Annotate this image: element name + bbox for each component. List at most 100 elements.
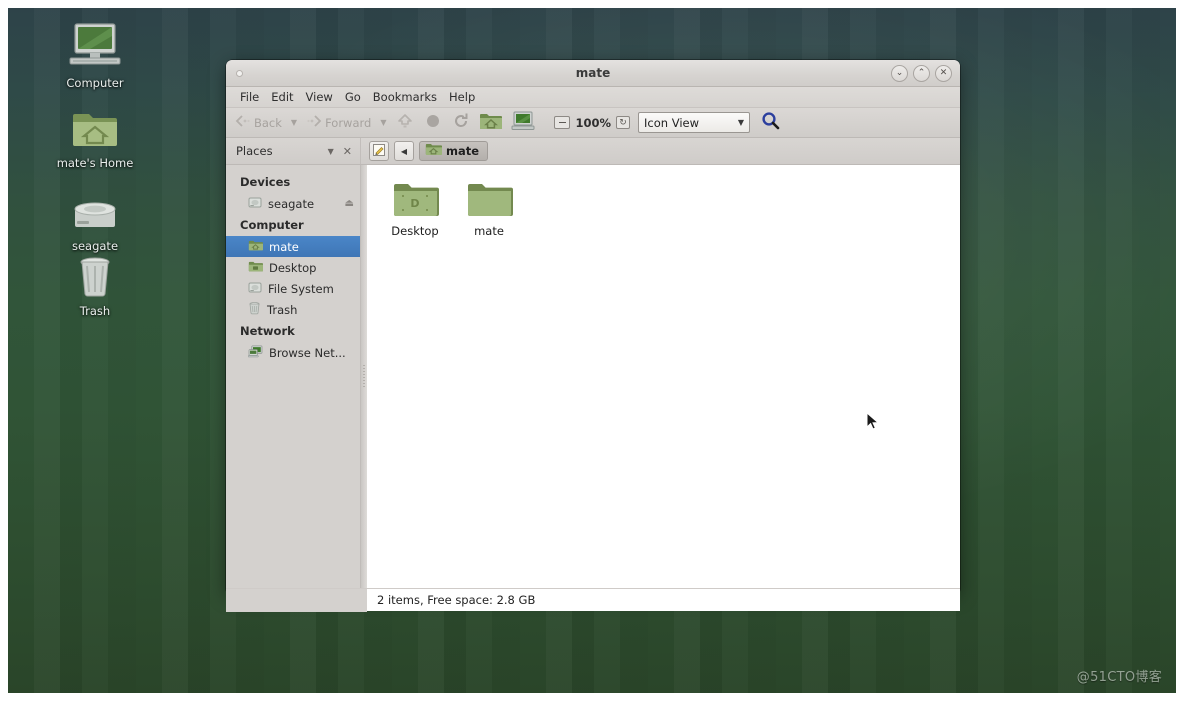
maximize-button[interactable]: ⌃ — [913, 65, 930, 82]
menu-file[interactable]: File — [234, 89, 265, 105]
file-manager-window[interactable]: mate ⌄ ⌃ ✕ File Edit View Go Bookmarks H… — [226, 60, 960, 592]
places-header: Places ▼ ✕ — [226, 138, 361, 164]
breadcrumb: ◀ mate — [361, 141, 488, 161]
desktop-icon-trash[interactable]: Trash — [36, 248, 154, 318]
menu-bookmarks[interactable]: Bookmarks — [367, 89, 443, 105]
sidebar-item-label: Browse Net... — [269, 346, 346, 360]
sidebar-item-trash[interactable]: Trash — [226, 299, 360, 320]
sidebar-item-seagate[interactable]: seagate ⏏ — [226, 193, 360, 214]
back-label: Back — [254, 116, 282, 130]
sidebar-item-file-system[interactable]: File System — [226, 278, 360, 299]
up-button[interactable] — [392, 111, 418, 135]
desktop-icon-label: Computer — [36, 76, 154, 90]
computer-icon — [36, 20, 154, 72]
chevron-down-icon: ▼ — [738, 118, 744, 127]
window-controls: ⌄ ⌃ ✕ — [891, 65, 952, 82]
zoom-out-button[interactable] — [554, 116, 570, 129]
view-mode-value: Icon View — [644, 116, 699, 130]
sidebar-group-network: Network — [226, 320, 360, 342]
watermark: @51CTO博客 — [1077, 666, 1162, 685]
breadcrumb-back-button[interactable]: ◀ — [394, 141, 414, 161]
breadcrumb-label: mate — [446, 144, 479, 158]
sidebar-item-label: Trash — [267, 303, 297, 317]
desktop-icon-label: Trash — [36, 304, 154, 318]
sidebar-item-label: mate — [269, 240, 299, 254]
home-icon — [479, 111, 503, 135]
file-item-label: mate — [453, 224, 525, 238]
mouse-cursor — [866, 412, 880, 436]
sidebar-item-label: File System — [268, 282, 334, 296]
zoom-reset-button[interactable]: ↻ — [616, 116, 630, 129]
desktop-icon-seagate[interactable]: seagate — [36, 183, 154, 253]
file-list-view[interactable]: D Desktop — [367, 165, 960, 588]
toolbar: Back ▼ Forward ▼ — [226, 108, 960, 138]
close-button[interactable]: ✕ — [935, 65, 952, 82]
status-text: 2 items, Free space: 2.8 GB — [377, 593, 535, 607]
menu-help[interactable]: Help — [443, 89, 481, 105]
back-button[interactable]: Back — [232, 112, 285, 133]
home-icon — [425, 142, 442, 160]
desktop-icon-home[interactable]: mate's Home — [36, 100, 154, 170]
back-history-caret-icon[interactable]: ▼ — [287, 118, 301, 127]
file-item-label: Desktop — [379, 224, 451, 238]
desktop-icon-label: mate's Home — [36, 156, 154, 170]
places-sidebar[interactable]: Devices seagate ⏏ Computer mate — [226, 165, 361, 588]
desktop-folder-icon — [248, 260, 263, 276]
zoom-out-icon — [559, 122, 566, 124]
zoom-controls: 100% ↻ — [554, 116, 630, 130]
chevron-down-icon[interactable]: ▼ — [328, 147, 334, 156]
sidebar-item-desktop[interactable]: Desktop — [226, 257, 360, 278]
stop-button[interactable] — [420, 111, 446, 135]
back-arrow-icon — [235, 114, 251, 131]
resize-grip-icon[interactable] — [944, 596, 957, 609]
menu-edit[interactable]: Edit — [265, 89, 299, 105]
breadcrumb-current[interactable]: mate — [419, 141, 488, 161]
search-button[interactable] — [758, 111, 782, 135]
file-item-desktop[interactable]: D Desktop — [379, 175, 451, 238]
drive-icon — [248, 196, 262, 212]
hard-drive-icon — [36, 183, 154, 235]
drive-icon — [248, 281, 262, 297]
edit-location-button[interactable] — [369, 141, 389, 161]
home-folder-icon — [248, 239, 263, 255]
menu-view[interactable]: View — [300, 89, 339, 105]
sidebar-item-browse-network[interactable]: Browse Net... — [226, 342, 360, 363]
crumb-back-icon: ◀ — [401, 147, 407, 156]
menu-bar: File Edit View Go Bookmarks Help — [226, 87, 960, 108]
location-bar: Places ▼ ✕ ◀ — [226, 138, 960, 165]
sidebar-item-label: seagate — [268, 197, 314, 211]
forward-button[interactable]: Forward — [303, 112, 374, 133]
window-title: mate — [226, 60, 960, 86]
forward-arrow-icon — [306, 114, 322, 131]
places-label: Places — [236, 144, 273, 158]
desktop[interactable]: Computer mate's Home seagate — [8, 8, 1176, 693]
computer-icon — [511, 111, 535, 135]
status-bar-filler — [226, 588, 367, 612]
close-icon[interactable]: ✕ — [343, 145, 352, 158]
reload-button[interactable] — [448, 111, 474, 135]
zoom-reset-icon: ↻ — [619, 118, 627, 128]
sidebar-item-mate[interactable]: mate — [226, 236, 360, 257]
trash-icon — [248, 301, 261, 318]
minimize-button[interactable]: ⌄ — [891, 65, 908, 82]
view-mode-select[interactable]: Icon View ▼ — [638, 112, 750, 133]
desktop-icon-computer[interactable]: Computer — [36, 20, 154, 90]
reload-icon — [452, 112, 470, 134]
file-item-mate[interactable]: mate — [453, 175, 525, 238]
sidebar-splitter[interactable] — [361, 165, 367, 588]
menu-go[interactable]: Go — [339, 89, 367, 105]
network-icon — [248, 345, 263, 361]
arrow-up-icon — [396, 112, 414, 134]
folder-icon — [453, 177, 525, 221]
zoom-level: 100% — [570, 116, 616, 130]
forward-label: Forward — [325, 116, 371, 130]
forward-history-caret-icon[interactable]: ▼ — [376, 118, 390, 127]
home-folder-icon — [36, 100, 154, 152]
sidebar-group-devices: Devices — [226, 171, 360, 193]
sidebar-item-label: Desktop — [269, 261, 316, 275]
computer-button[interactable] — [508, 111, 538, 135]
search-icon — [761, 111, 780, 134]
eject-icon[interactable]: ⏏ — [345, 198, 354, 209]
home-button[interactable] — [476, 111, 506, 135]
window-titlebar[interactable]: mate ⌄ ⌃ ✕ — [226, 60, 960, 87]
